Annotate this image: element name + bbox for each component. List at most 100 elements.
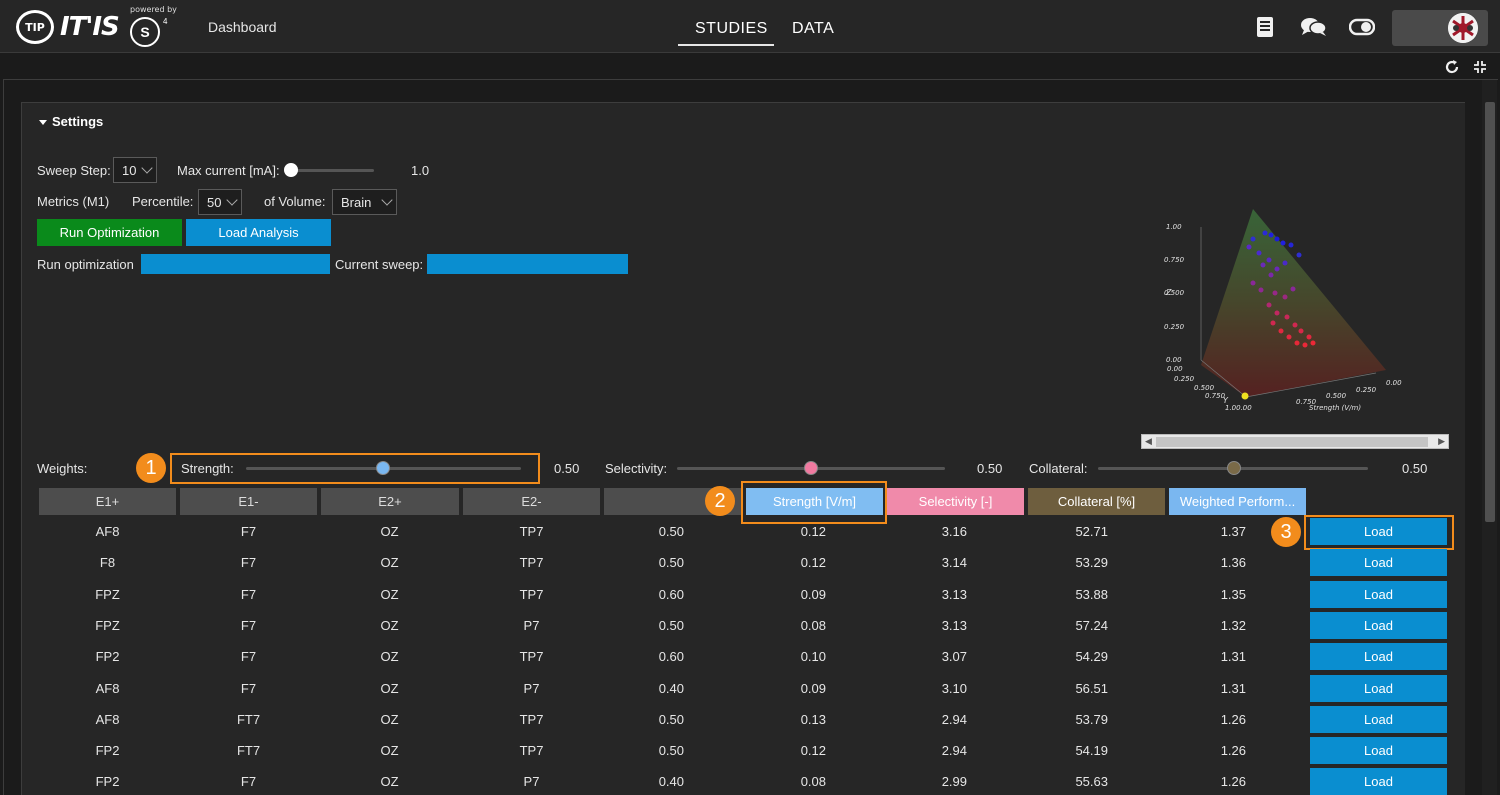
load-row-button[interactable]: Load: [1310, 580, 1447, 608]
callout-1: 1: [136, 453, 166, 483]
z-tick: 1.00: [1166, 223, 1182, 231]
col-header-e1-minus[interactable]: E1-: [180, 488, 317, 515]
run-optimization-button[interactable]: Run Optimization: [37, 219, 182, 246]
load-analysis-button[interactable]: Load Analysis: [186, 219, 331, 246]
vertical-scroll-thumb[interactable]: [1485, 102, 1495, 522]
itis-logo[interactable]: IT'IS: [60, 12, 120, 42]
settings-title: Settings: [52, 114, 104, 129]
table-cell: 1.35: [1220, 586, 1246, 602]
table-cell: 53.79: [1075, 711, 1108, 727]
load-row-button[interactable]: Load: [1310, 643, 1447, 671]
pareto-3d-plot[interactable]: 1.00 0.750 0.500 0.250 0.00 Z 0.00 0.250…: [1141, 205, 1451, 435]
col-header-e1-plus[interactable]: E1+: [39, 488, 176, 515]
col-header-e2-minus[interactable]: E2-: [463, 488, 600, 515]
chevron-down-icon: [141, 162, 153, 174]
plot-horizontal-scroll-thumb[interactable]: [1156, 437, 1428, 447]
load-row-button[interactable]: Load: [1310, 674, 1447, 702]
y-tick: 0.00: [1167, 365, 1183, 373]
col-header-selectivity[interactable]: Selectivity [-]: [887, 488, 1024, 515]
percentile-select[interactable]: 50: [198, 189, 242, 215]
table-cell: TP7: [519, 555, 544, 571]
load-row-button[interactable]: Load: [1310, 549, 1447, 577]
table-cell: 55.63: [1075, 774, 1108, 790]
settings-toggle[interactable]: Settings: [39, 114, 103, 129]
volume-select[interactable]: Brain: [332, 189, 397, 215]
selectivity-weight-knob[interactable]: [804, 461, 818, 475]
vertical-scrollbar[interactable]: [1482, 80, 1497, 795]
table-cell: 0.10: [800, 649, 826, 665]
avatar[interactable]: [1448, 13, 1478, 43]
strength-weight-knob[interactable]: [376, 461, 390, 475]
table-cell: 57.24: [1075, 617, 1108, 633]
col-header-collateral[interactable]: Collateral [%]: [1028, 488, 1165, 515]
run-optimization-progress-track: [141, 254, 330, 274]
collapse-icon[interactable]: [1472, 59, 1488, 75]
table-cell: OZ: [380, 586, 399, 602]
refresh-icon[interactable]: [1444, 59, 1460, 75]
tab-studies[interactable]: STUDIES: [695, 20, 768, 38]
table-cell: P7: [523, 774, 540, 790]
scroll-right-icon[interactable]: ▶: [1438, 436, 1445, 447]
table-cell: 2.94: [941, 743, 967, 759]
table-cell: 53.29: [1075, 555, 1108, 571]
collateral-weight-knob[interactable]: [1227, 461, 1241, 475]
tab-data[interactable]: DATA: [792, 20, 834, 38]
table-cell: TP7: [519, 649, 544, 665]
col-header-e2-plus[interactable]: E2+: [321, 488, 459, 515]
table-cell: 0.09: [800, 680, 826, 696]
table-cell: 2.99: [941, 774, 967, 790]
table-cell: F7: [240, 774, 257, 790]
table-cell: AF8: [95, 680, 120, 696]
table-cell: 3.13: [941, 617, 967, 633]
table-cell: P7: [523, 617, 540, 633]
book-icon[interactable]: [1254, 16, 1276, 38]
table-cell: 1.26: [1220, 743, 1246, 759]
top-bar: TIP IT'IS powered by S 4 Dashboard STUDI…: [0, 0, 1500, 53]
dashboard-link[interactable]: Dashboard: [208, 19, 277, 35]
table-cell: 0.50: [658, 555, 684, 571]
s4l-logo: S: [130, 17, 160, 47]
plot-horizontal-scrollbar[interactable]: ◀ ▶: [1141, 434, 1449, 449]
table-cell: FP2: [95, 649, 120, 665]
table-cell: FT7: [236, 711, 261, 727]
col-header-weighted-performance[interactable]: Weighted Perform...: [1169, 488, 1306, 515]
table-cell: FP2: [95, 774, 120, 790]
table-cell: 1.37: [1220, 524, 1246, 539]
z-tick: 0.250: [1164, 323, 1185, 331]
table-row: FP2 FT7 OZ TP7 0.50 0.12 2.94 54.19 1.26 Load: [37, 735, 1457, 766]
scroll-left-icon[interactable]: ◀: [1145, 436, 1152, 447]
table-cell: 1.36: [1220, 555, 1246, 571]
max-current-label: Max current [mA]:: [177, 163, 280, 178]
table-cell: 56.51: [1075, 680, 1108, 696]
load-row-button[interactable]: Load: [1310, 705, 1447, 733]
toggle-icon[interactable]: [1349, 16, 1375, 38]
table-cell: 1.26: [1220, 711, 1246, 727]
table-cell: 1.31: [1220, 649, 1246, 665]
max-current-slider-knob[interactable]: [284, 163, 298, 177]
load-row-button[interactable]: Load: [1310, 737, 1447, 765]
table-row: FP2 F7 OZ P7 0.40 0.08 2.99 55.63 1.26 Load: [37, 766, 1457, 795]
sweep-step-select[interactable]: 10: [113, 157, 157, 183]
col-header-strength[interactable]: Strength [V/m]: [746, 488, 883, 515]
table-cell: FPZ: [95, 586, 120, 602]
max-current-value: 1.0: [411, 163, 430, 178]
table-cell: OZ: [380, 617, 399, 633]
load-row-button[interactable]: Load: [1310, 768, 1447, 795]
tip-logo[interactable]: TIP: [16, 10, 54, 44]
table-cell: 0.12: [800, 743, 826, 759]
table-cell: 0.12: [800, 555, 826, 571]
table-cell: 3.14: [941, 555, 967, 571]
powered-by-label: powered by: [130, 5, 177, 14]
table-cell: TP7: [519, 743, 544, 759]
max-current-slider[interactable]: [286, 169, 374, 172]
table-cell: TP7: [519, 524, 544, 539]
collateral-weight-value: 0.50: [1402, 461, 1428, 476]
z-axis-title: Z: [1165, 288, 1172, 297]
load-row-button[interactable]: Load: [1310, 611, 1447, 639]
table-cell: TP7: [519, 586, 544, 602]
weights-label: Weights:: [37, 461, 88, 476]
load-row-button[interactable]: Load: [1310, 518, 1447, 545]
chat-icon[interactable]: [1300, 16, 1328, 38]
user-menu[interactable]: [1392, 10, 1488, 46]
percentile-value: 50: [207, 195, 222, 210]
